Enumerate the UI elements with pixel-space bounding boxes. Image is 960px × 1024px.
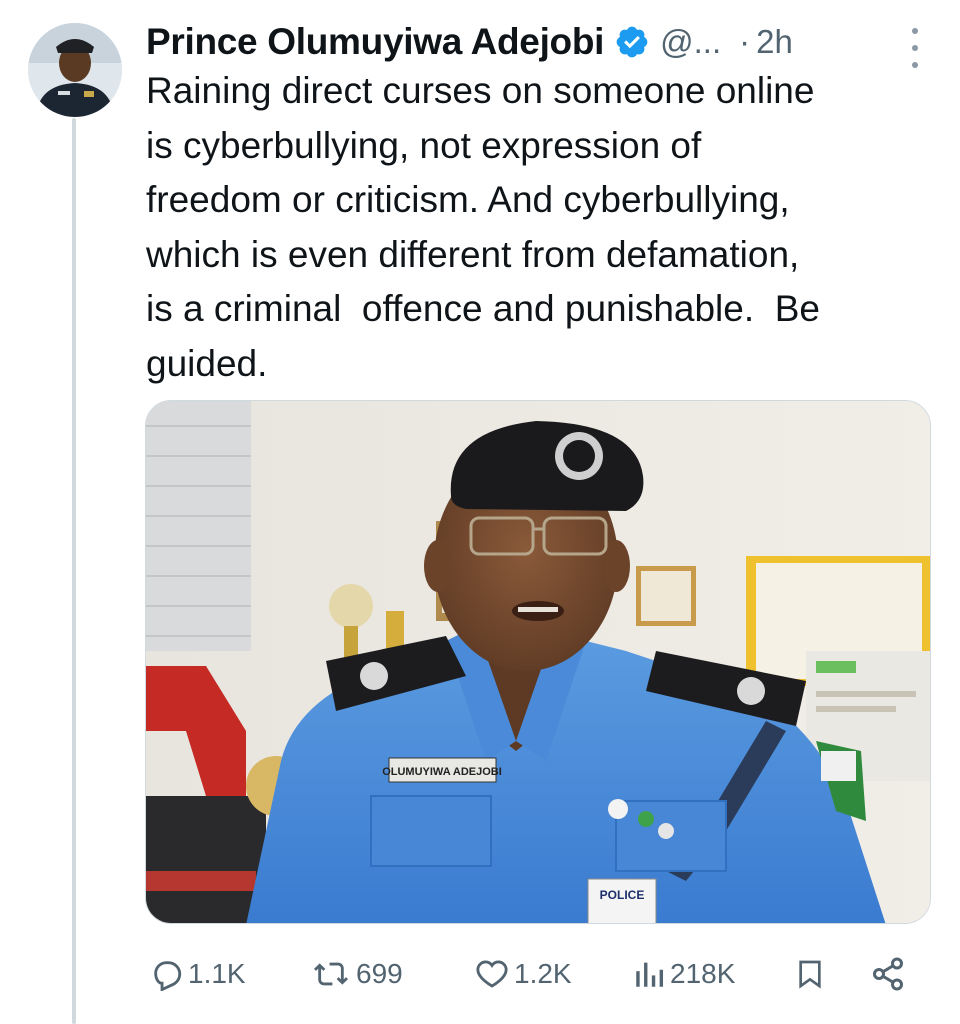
repost-button[interactable]: 699 <box>310 946 403 1002</box>
tweet-text: Raining direct curses on someone online … <box>146 70 820 384</box>
more-options-icon[interactable] <box>908 28 922 68</box>
thread-connector-line <box>72 118 76 1024</box>
views-button[interactable]: 218K <box>632 946 735 1002</box>
author-name[interactable]: Prince Olumuyiwa Adejobi <box>146 21 604 63</box>
share-button[interactable] <box>870 946 906 1002</box>
share-icon <box>873 957 903 991</box>
author-avatar[interactable] <box>28 23 122 117</box>
views-chart-icon <box>636 962 664 987</box>
like-count: 1.2K <box>514 958 572 989</box>
tweet-media-image[interactable]: OLUMUYIWA ADEJOBI POLICE <box>145 400 931 924</box>
heart-icon <box>476 960 508 988</box>
like-button[interactable]: 1.2K <box>474 946 572 1002</box>
bookmark-button[interactable] <box>794 946 826 1002</box>
verified-badge-icon <box>616 26 648 58</box>
tweet-header: Prince Olumuyiwa Adejobi @... · 2h <box>146 12 930 72</box>
bookmark-icon <box>799 960 821 989</box>
reply-count: 1.1K <box>188 958 246 989</box>
reply-button[interactable]: 1.1K <box>150 946 246 1002</box>
tweet-timestamp[interactable]: 2h <box>756 23 793 61</box>
view-count: 218K <box>670 958 736 989</box>
tweet-action-bar: 1.1K 699 1.2K 218K <box>146 946 922 1002</box>
author-handle[interactable]: @... <box>660 23 721 61</box>
repost-count: 699 <box>356 958 403 989</box>
repost-icon <box>314 962 348 986</box>
reply-icon <box>154 961 182 991</box>
uniform-name-tag: OLUMUYIWA ADEJOBI <box>382 766 502 778</box>
police-id-card-label: POLICE <box>600 888 645 902</box>
header-separator: · <box>739 23 751 60</box>
